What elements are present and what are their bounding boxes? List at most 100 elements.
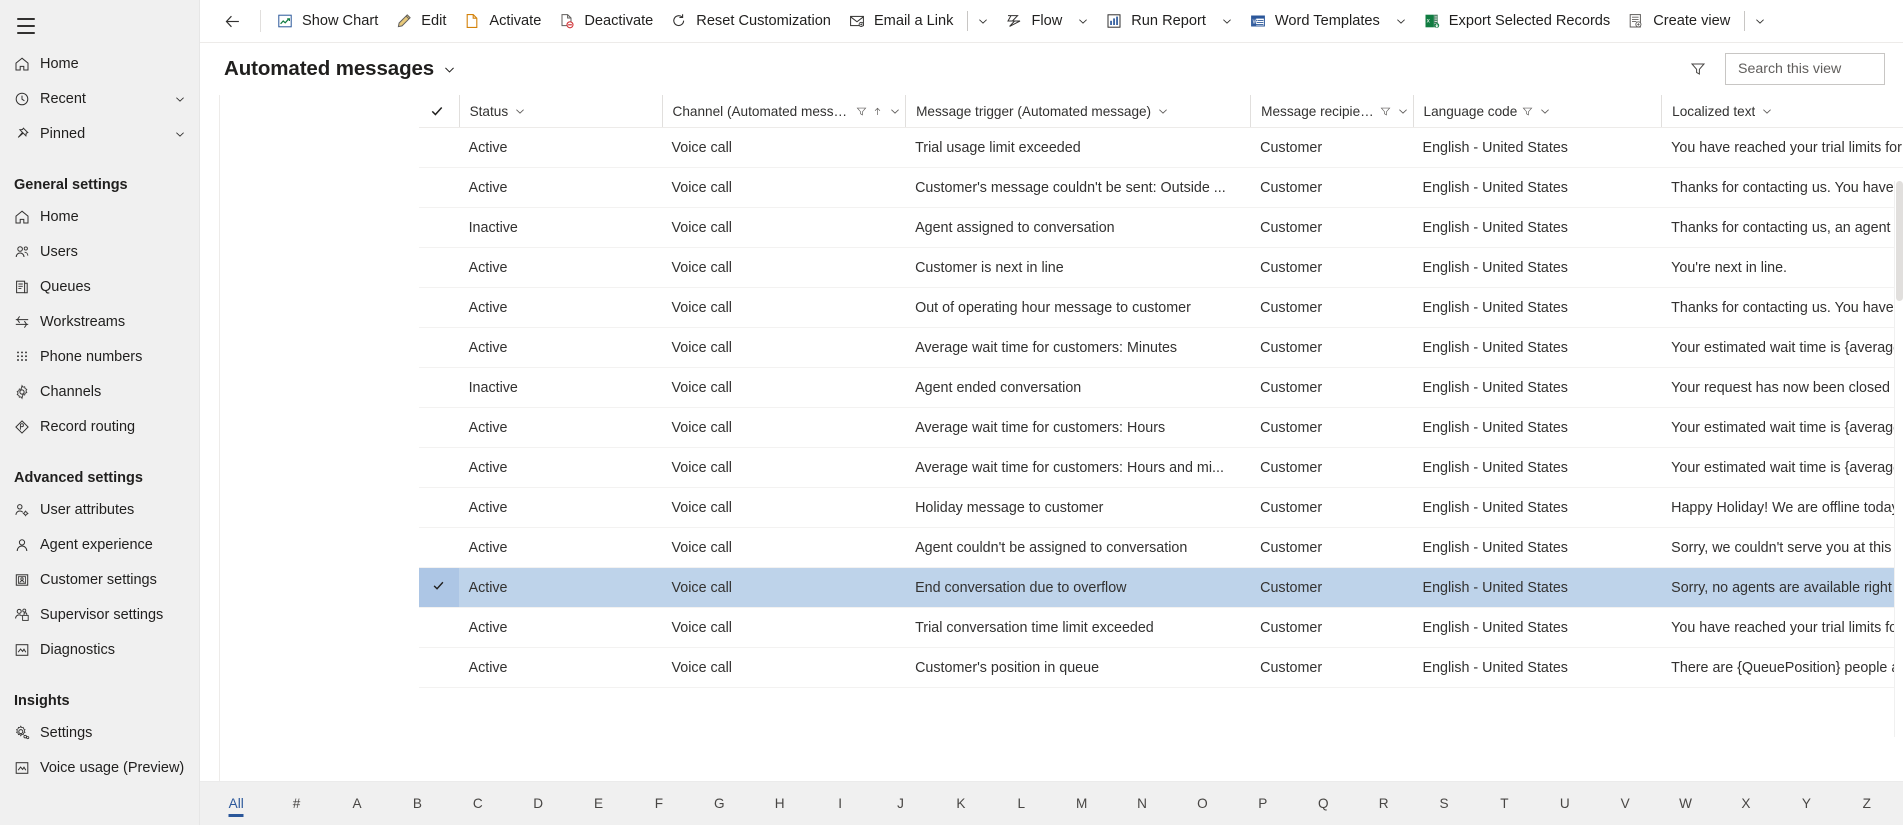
alpha-filter-b[interactable]: B xyxy=(387,782,447,825)
cell-language[interactable]: English - United States xyxy=(1412,247,1662,288)
cell-localized[interactable]: Happy Holiday! We are offline today. Ple… xyxy=(1661,487,1903,528)
cmd-flow[interactable]: Flow xyxy=(996,1,1070,41)
table-row[interactable]: Active Voice call Average wait time for cu… xyxy=(419,407,1903,448)
column-sort-ascending-icon[interactable] xyxy=(872,106,883,117)
column-filter-icon[interactable] xyxy=(1522,106,1533,117)
cmd-run-report-chevron-down-icon[interactable] xyxy=(1214,1,1240,41)
column-chevron-down-icon[interactable] xyxy=(514,105,526,117)
cmd-create-view[interactable]: Create view xyxy=(1618,1,1738,41)
row-select-checkbox[interactable] xyxy=(419,367,459,408)
cell-localized[interactable]: You have reached your trial limits for t… xyxy=(1661,127,1903,168)
sidebar-item-workstreams[interactable]: Workstreams xyxy=(0,304,199,339)
grid-scroll-region[interactable]: Status Channel (Automated message) Message… xyxy=(200,95,1903,781)
cmd-word-templates[interactable]: W Word Templates xyxy=(1240,1,1388,41)
sidebar-item-queues[interactable]: Queues xyxy=(0,269,199,304)
alpha-filter-z[interactable]: Z xyxy=(1837,782,1897,825)
column-header-language-code[interactable]: Language code xyxy=(1412,95,1662,128)
cell-localized[interactable]: You have reached your trial limits for a… xyxy=(1661,607,1903,648)
row-select-checkbox[interactable] xyxy=(419,567,459,608)
sidebar-item-user-attributes[interactable]: User attributes xyxy=(0,492,199,527)
sidebar-item-diagnostics[interactable]: Diagnostics xyxy=(0,632,199,667)
cmd-flow-chevron-down-icon[interactable] xyxy=(1070,1,1096,41)
row-select-checkbox[interactable] xyxy=(419,527,459,568)
cell-localized[interactable]: Your estimated wait time is {averagewait… xyxy=(1661,407,1903,448)
chevron-down-icon[interactable] xyxy=(171,93,189,105)
scrollbar-thumb[interactable] xyxy=(1896,181,1903,301)
table-row[interactable]: Active Voice call Customer's message could… xyxy=(419,167,1903,208)
cmd-run-report[interactable]: Run Report xyxy=(1096,1,1214,41)
cell-language[interactable]: English - United States xyxy=(1412,287,1662,328)
row-select-checkbox[interactable] xyxy=(419,167,459,208)
select-all-header[interactable] xyxy=(419,95,459,128)
column-filter-icon[interactable] xyxy=(1380,106,1391,117)
column-header-message-recipient[interactable]: Message recipient (... xyxy=(1250,95,1413,128)
cell-localized[interactable]: Thanks for contacting us. You have reach… xyxy=(1661,167,1903,208)
chevron-down-icon[interactable] xyxy=(171,128,189,140)
cell-language[interactable]: English - United States xyxy=(1412,567,1662,608)
alpha-filter-k[interactable]: K xyxy=(931,782,991,825)
column-header-localized-text[interactable]: Localized text xyxy=(1661,95,1903,128)
row-select-checkbox[interactable] xyxy=(419,607,459,648)
row-select-checkbox[interactable] xyxy=(419,127,459,168)
sidebar-item-home[interactable]: Home xyxy=(0,46,199,81)
table-row[interactable]: Active Voice call Average wait time for cu… xyxy=(419,327,1903,368)
cell-localized[interactable]: Thanks for contacting us. You have reach… xyxy=(1661,287,1903,328)
cmd-email-a-link-chevron-down-icon[interactable] xyxy=(970,1,996,41)
table-row[interactable]: Active Voice call Out of operating hour me… xyxy=(419,287,1903,328)
alpha-filter-g[interactable]: G xyxy=(689,782,749,825)
column-chevron-down-icon[interactable] xyxy=(1539,105,1551,117)
chevron-down-icon[interactable] xyxy=(443,63,456,76)
filter-icon[interactable] xyxy=(1681,53,1715,85)
sidebar-item-voice-usage-preview[interactable]: Voice usage (Preview) xyxy=(0,750,199,785)
row-select-checkbox[interactable] xyxy=(419,447,459,488)
alpha-filter-o[interactable]: O xyxy=(1172,782,1232,825)
back-arrow-icon[interactable] xyxy=(212,1,252,41)
column-chevron-down-icon[interactable] xyxy=(1761,105,1773,117)
cell-localized[interactable]: Thanks for contacting us, an agent will … xyxy=(1661,207,1903,248)
cell-localized[interactable]: Sorry, we couldn't serve you at this mom… xyxy=(1661,527,1903,568)
cell-language[interactable]: English - United States xyxy=(1412,167,1662,208)
row-select-checkbox[interactable] xyxy=(419,247,459,288)
column-header-message-trigger-automated-message[interactable]: Message trigger (Automated message) xyxy=(905,95,1251,128)
alpha-filter-h[interactable]: H xyxy=(750,782,810,825)
sidebar-item-phone-numbers[interactable]: Phone numbers xyxy=(0,339,199,374)
vertical-scrollbar[interactable] xyxy=(1894,181,1903,737)
sidebar-item-channels[interactable]: Channels xyxy=(0,374,199,409)
alpha-filter-a[interactable]: A xyxy=(327,782,387,825)
cell-language[interactable]: English - United States xyxy=(1412,527,1662,568)
column-header-channel-automated-message[interactable]: Channel (Automated message) xyxy=(661,95,906,128)
sidebar-item-supervisor-settings[interactable]: Supervisor settings xyxy=(0,597,199,632)
alpha-filter-p[interactable]: P xyxy=(1233,782,1293,825)
table-row[interactable]: Active Voice call Average wait time for cu… xyxy=(419,447,1903,488)
alpha-filter-x[interactable]: X xyxy=(1716,782,1776,825)
row-select-checkbox[interactable] xyxy=(419,487,459,528)
search-box[interactable] xyxy=(1725,53,1903,85)
table-row[interactable]: Inactive Voice call Agent assigned to conv… xyxy=(419,207,1903,248)
column-chevron-down-icon[interactable] xyxy=(889,105,901,117)
view-selector[interactable]: Automated messages xyxy=(224,57,456,81)
alpha-filter-r[interactable]: R xyxy=(1353,782,1413,825)
cmd-activate[interactable]: Activate xyxy=(454,1,549,41)
table-row[interactable]: Inactive Voice call Agent ended conversati… xyxy=(419,367,1903,408)
alpha-filter-w[interactable]: W xyxy=(1655,782,1715,825)
cell-language[interactable]: English - United States xyxy=(1412,407,1662,448)
alpha-filter-d[interactable]: D xyxy=(508,782,568,825)
alpha-filter-all[interactable]: All xyxy=(206,782,266,825)
column-header-status[interactable]: Status xyxy=(458,95,662,128)
sidebar-item-users[interactable]: Users xyxy=(0,234,199,269)
sidebar-item-recent[interactable]: Recent xyxy=(0,81,199,116)
column-chevron-down-icon[interactable] xyxy=(1157,105,1169,117)
sidebar-item-pinned[interactable]: Pinned xyxy=(0,116,199,151)
cell-language[interactable]: English - United States xyxy=(1412,607,1662,648)
row-select-checkbox[interactable] xyxy=(419,327,459,368)
cmd-reset-customization[interactable]: Reset Customization xyxy=(661,1,839,41)
cmd-word-templates-chevron-down-icon[interactable] xyxy=(1388,1,1414,41)
cmd-export-selected-records[interactable]: x Export Selected Records xyxy=(1414,1,1618,41)
cell-localized[interactable]: Your request has now been closed as we h… xyxy=(1661,367,1903,408)
row-select-checkbox[interactable] xyxy=(419,647,459,688)
alpha-filter-n[interactable]: N xyxy=(1112,782,1172,825)
row-select-checkbox[interactable] xyxy=(419,287,459,328)
table-row[interactable]: Active Voice call Customer's position in q… xyxy=(419,647,1903,688)
sidebar-item-settings[interactable]: Settings xyxy=(0,715,199,750)
cmd-create-view-chevron-down-icon[interactable] xyxy=(1747,1,1773,41)
